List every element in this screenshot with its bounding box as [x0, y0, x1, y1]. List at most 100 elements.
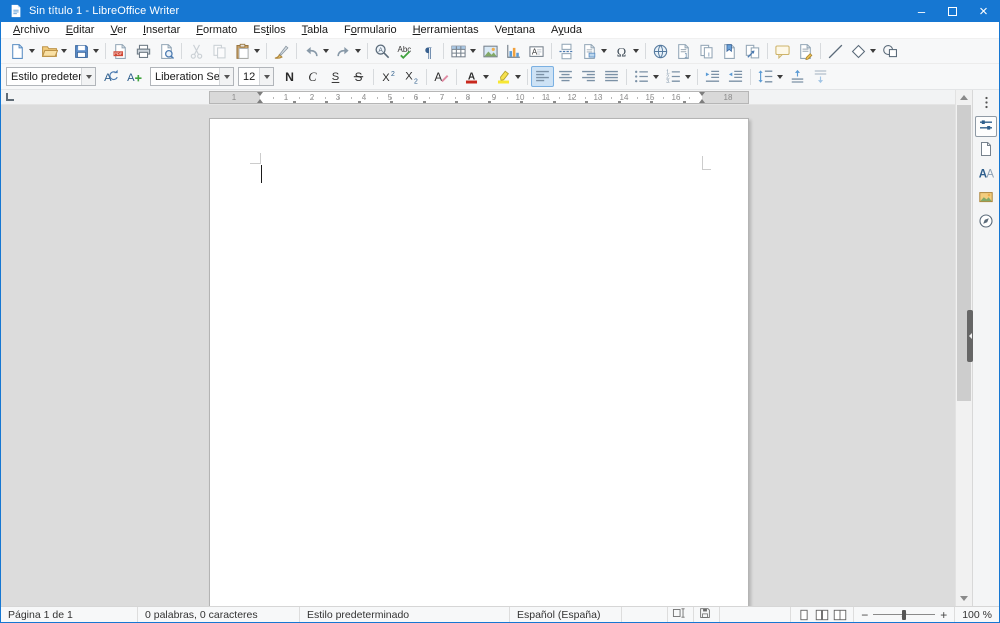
- indent-marker-right[interactable]: [698, 92, 706, 103]
- menu-formulario[interactable]: Formulario: [336, 23, 405, 37]
- footnote-button[interactable]: 1: [672, 41, 695, 62]
- book-view-button[interactable]: [831, 608, 849, 622]
- chevron-down-icon[interactable]: [515, 74, 521, 79]
- minimize-button[interactable]: –: [906, 0, 937, 22]
- chevron-down-icon[interactable]: [29, 49, 35, 53]
- new-style-button[interactable]: A: [123, 66, 146, 87]
- chevron-down-icon[interactable]: [219, 68, 233, 85]
- page-count-status[interactable]: Página 1 de 1: [1, 607, 138, 622]
- page-break-button[interactable]: [555, 41, 578, 62]
- ruler-scale[interactable]: 11234567891011121314151618: [209, 91, 749, 104]
- save-button[interactable]: [70, 41, 102, 62]
- menu-archivo[interactable]: Archivo: [5, 23, 58, 37]
- underline-button[interactable]: S: [324, 66, 347, 87]
- multi-page-view-button[interactable]: [813, 608, 831, 622]
- chevron-down-icon[interactable]: [355, 49, 361, 53]
- tab-stop-selector-icon[interactable]: [6, 93, 14, 101]
- font-color-button[interactable]: A: [460, 66, 492, 87]
- align-right-button[interactable]: [577, 66, 600, 87]
- font-size-combobox[interactable]: 12: [238, 67, 274, 86]
- hyperlink-button[interactable]: [649, 41, 672, 62]
- chevron-down-icon[interactable]: [777, 74, 783, 79]
- chevron-down-icon[interactable]: [93, 49, 99, 53]
- zoom-slider-handle[interactable]: [902, 609, 907, 620]
- close-button[interactable]: ×: [968, 0, 999, 22]
- zoom-slider[interactable]: [873, 609, 936, 620]
- find-replace-button[interactable]: A: [371, 41, 394, 62]
- document-workspace[interactable]: [1, 105, 955, 606]
- chevron-down-icon[interactable]: [254, 49, 260, 53]
- menu-ver[interactable]: Ver: [102, 23, 135, 37]
- insert-field-button[interactable]: [578, 41, 610, 62]
- font-name-combobox[interactable]: Liberation Serif: [150, 67, 234, 86]
- insert-textbox-button[interactable]: A: [525, 41, 548, 62]
- insert-table-button[interactable]: [447, 41, 479, 62]
- open-button[interactable]: [38, 41, 70, 62]
- chevron-down-icon[interactable]: [685, 74, 691, 79]
- comment-button[interactable]: [771, 41, 794, 62]
- draw-functions-button[interactable]: [879, 41, 902, 62]
- menu-ayuda[interactable]: Ayuda: [543, 23, 590, 37]
- insert-image-button[interactable]: [479, 41, 502, 62]
- clear-formatting-button[interactable]: A: [430, 66, 453, 87]
- indent-marker-left[interactable]: [256, 92, 264, 103]
- vertical-scrollbar[interactable]: [955, 90, 973, 606]
- selection-mode-status[interactable]: [622, 607, 668, 622]
- formatting-marks-button[interactable]: ¶: [417, 41, 440, 62]
- chevron-down-icon[interactable]: [483, 74, 489, 79]
- basic-shapes-button[interactable]: [847, 41, 879, 62]
- chevron-down-icon[interactable]: [653, 74, 659, 79]
- page-style-status[interactable]: Estilo predeterminado: [300, 607, 510, 622]
- sidebar-tab-navigator[interactable]: [975, 212, 997, 233]
- language-status[interactable]: Español (España): [510, 607, 622, 622]
- paste-button[interactable]: [231, 41, 263, 62]
- chevron-down-icon[interactable]: [61, 49, 67, 53]
- sidebar-tab-gallery[interactable]: [975, 188, 997, 209]
- line-spacing-button[interactable]: [754, 66, 786, 87]
- highlight-color-button[interactable]: [492, 66, 524, 87]
- italic-button[interactable]: C: [301, 66, 324, 87]
- chevron-down-icon[interactable]: [870, 49, 876, 53]
- undo-button[interactable]: [300, 41, 332, 62]
- horizontal-ruler[interactable]: 11234567891011121314151618: [1, 90, 955, 105]
- bookmark-button[interactable]: [718, 41, 741, 62]
- special-character-button[interactable]: Ω: [610, 41, 642, 62]
- chevron-down-icon[interactable]: [470, 49, 476, 53]
- increase-paragraph-spacing-button[interactable]: [786, 66, 809, 87]
- menu-editar[interactable]: Editar: [58, 23, 103, 37]
- superscript-button[interactable]: X2: [377, 66, 400, 87]
- sidebar-tab-properties[interactable]: [975, 116, 997, 137]
- track-changes-button[interactable]: [794, 41, 817, 62]
- maximize-button[interactable]: [937, 0, 968, 22]
- increase-indent-button[interactable]: [701, 66, 724, 87]
- menu-estilos[interactable]: Estilos: [245, 23, 293, 37]
- scroll-down-button[interactable]: [956, 591, 972, 606]
- print-button[interactable]: [132, 41, 155, 62]
- export-pdf-button[interactable]: PDF: [109, 41, 132, 62]
- bullet-list-button[interactable]: [630, 66, 662, 87]
- bold-button[interactable]: N: [278, 66, 301, 87]
- sidebar-toggle-grip[interactable]: [967, 310, 973, 362]
- insert-line-button[interactable]: [824, 41, 847, 62]
- insert-chart-button[interactable]: [502, 41, 525, 62]
- insert-mode-status[interactable]: [668, 607, 694, 622]
- subscript-button[interactable]: X2: [400, 66, 423, 87]
- decrease-indent-button[interactable]: [724, 66, 747, 87]
- sidebar-tab-styles[interactable]: AA: [975, 164, 997, 185]
- chevron-down-icon[interactable]: [601, 49, 607, 53]
- menu-ventana[interactable]: Ventana: [487, 23, 543, 37]
- endnote-button[interactable]: i: [695, 41, 718, 62]
- sidebar-settings-button[interactable]: [976, 94, 996, 110]
- spelling-button[interactable]: Abc: [394, 41, 417, 62]
- sidebar-tab-page[interactable]: [975, 140, 997, 161]
- chevron-down-icon[interactable]: [633, 49, 639, 53]
- zoom-level-status[interactable]: 100 %: [955, 607, 999, 622]
- align-justify-button[interactable]: [600, 66, 623, 87]
- chevron-down-icon[interactable]: [259, 68, 273, 85]
- align-left-button[interactable]: [531, 66, 554, 87]
- align-center-button[interactable]: [554, 66, 577, 87]
- chevron-down-icon[interactable]: [81, 68, 95, 85]
- scroll-up-button[interactable]: [956, 90, 972, 105]
- menu-herramientas[interactable]: Herramientas: [405, 23, 487, 37]
- paragraph-style-combobox[interactable]: Estilo predetermina: [6, 67, 96, 86]
